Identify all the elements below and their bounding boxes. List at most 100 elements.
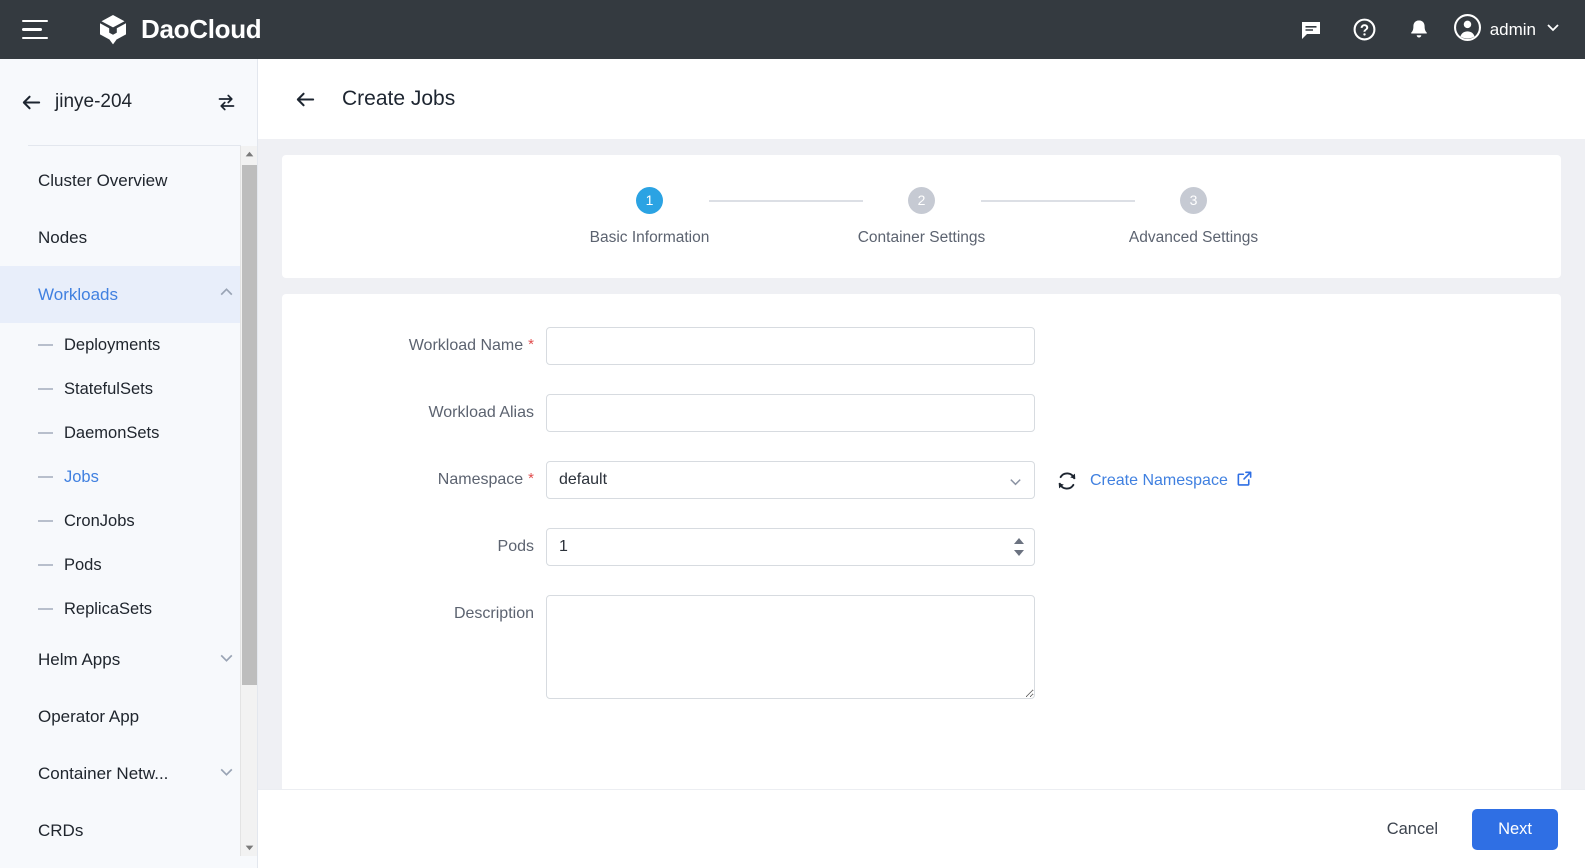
- sidebar-item-label: Deployments: [64, 335, 161, 354]
- step-advanced-settings[interactable]: 3 Advanced Settings: [1129, 186, 1258, 247]
- sidebar-item-label: Operator App: [38, 706, 140, 726]
- next-button[interactable]: Next: [1472, 808, 1558, 850]
- stepper-card: 1 Basic Information 2 Container Settings…: [282, 155, 1561, 278]
- step-number: 3: [1180, 186, 1207, 214]
- sidebar-item-label: Pods: [64, 555, 102, 574]
- step-connector-2: [980, 199, 1135, 202]
- step-number: 2: [908, 186, 935, 214]
- workload-name-input[interactable]: [546, 327, 1035, 365]
- page-title: Create Jobs: [342, 87, 456, 110]
- avatar: [1453, 13, 1481, 46]
- sidebar-header: jinye-204: [0, 59, 257, 145]
- field-row-description: Description: [282, 595, 1561, 704]
- sidebar-item-crds[interactable]: CRDs: [0, 802, 257, 856]
- help-icon[interactable]: [1338, 0, 1392, 59]
- workload-alias-label: Workload Alias: [428, 404, 534, 421]
- brand-logo-link[interactable]: DaoCloud: [96, 13, 262, 47]
- pods-stepper[interactable]: [1009, 532, 1029, 562]
- stepper-up-arrow-icon[interactable]: [1014, 538, 1024, 544]
- field-row-workload-alias: Workload Alias: [282, 394, 1561, 432]
- refresh-icon[interactable]: [1054, 468, 1080, 494]
- bullet-dash-icon: [38, 564, 53, 566]
- field-row-namespace: Namespace * default Create Namespace: [282, 461, 1561, 499]
- workload-alias-input[interactable]: [546, 394, 1035, 432]
- wizard-stepper: 1 Basic Information 2 Container Settings…: [589, 186, 1258, 247]
- sidebar-back-arrow-icon[interactable]: [14, 85, 48, 119]
- content-area: 1 Basic Information 2 Container Settings…: [258, 139, 1585, 868]
- pods-label: Pods: [497, 538, 534, 555]
- step-label: Advanced Settings: [1128, 228, 1259, 246]
- stepper-down-arrow-icon[interactable]: [1014, 550, 1024, 556]
- workload-name-label: Workload Name *: [408, 336, 534, 354]
- sidebar: jinye-204 Cluster Overview Nodes Workloa…: [0, 59, 258, 868]
- basic-information-form: Workload Name * Workload Alias Namespace…: [282, 294, 1561, 793]
- step-number: 1: [636, 186, 663, 214]
- sidebar-item-label: StatefulSets: [64, 379, 153, 398]
- cluster-name: jinye-204: [55, 91, 133, 112]
- step-container-settings[interactable]: 2 Container Settings: [858, 186, 985, 247]
- bullet-dash-icon: [38, 432, 53, 434]
- bullet-dash-icon: [38, 388, 53, 390]
- sidebar-item-pods[interactable]: Pods: [0, 543, 257, 587]
- daocloud-cube-icon: [96, 13, 130, 47]
- page-back-arrow-icon[interactable]: [289, 83, 321, 115]
- sidebar-item-daemonsets[interactable]: DaemonSets: [0, 411, 257, 455]
- chevron-down-icon: [1545, 19, 1561, 40]
- bullet-dash-icon: [38, 608, 53, 610]
- namespace-actions: Create Namespace: [1054, 461, 1253, 494]
- user-name: admin: [1489, 19, 1536, 39]
- switch-cluster-icon[interactable]: [211, 87, 241, 117]
- bullet-dash-icon: [38, 344, 53, 346]
- bullet-dash-icon: [38, 476, 53, 478]
- pods-input[interactable]: [546, 528, 1035, 566]
- step-label: Container Settings: [857, 228, 986, 246]
- bullet-dash-icon: [38, 520, 53, 522]
- page-header: Create Jobs: [258, 59, 1585, 139]
- scroll-up-arrow-icon[interactable]: [241, 146, 257, 163]
- sidebar-item-replicasets[interactable]: ReplicaSets: [0, 587, 257, 631]
- description-label: Description: [453, 605, 534, 622]
- required-asterisk: *: [528, 470, 534, 487]
- sidebar-item-statefulsets[interactable]: StatefulSets: [0, 367, 257, 411]
- create-namespace-link[interactable]: Create Namespace: [1090, 470, 1253, 492]
- hamburger-menu-icon[interactable]: [22, 15, 52, 45]
- sidebar-item-label: Jobs: [64, 467, 99, 486]
- sidebar-item-operator-app[interactable]: Operator App: [0, 688, 257, 745]
- scroll-down-arrow-icon[interactable]: [241, 839, 257, 856]
- sidebar-item-label: Helm Apps: [38, 649, 121, 669]
- chat-icon[interactable]: [1284, 0, 1338, 59]
- sidebar-item-cluster-overview[interactable]: Cluster Overview: [0, 152, 257, 209]
- main-content: Create Jobs 1 Basic Information 2 Contai…: [258, 59, 1585, 868]
- sidebar-item-label: CRDs: [38, 820, 84, 840]
- step-label: Basic Information: [589, 228, 710, 246]
- sidebar-group-helm-apps[interactable]: Helm Apps: [0, 631, 257, 688]
- sidebar-item-label: Workloads: [38, 284, 118, 304]
- sidebar-group-workloads[interactable]: Workloads: [0, 266, 257, 323]
- field-row-workload-name: Workload Name *: [282, 327, 1561, 365]
- required-asterisk: *: [528, 336, 534, 353]
- sidebar-item-nodes[interactable]: Nodes: [0, 209, 257, 266]
- sidebar-item-deployments[interactable]: Deployments: [0, 323, 257, 367]
- step-basic-information[interactable]: 1 Basic Information: [589, 186, 710, 247]
- sidebar-item-jobs[interactable]: Jobs: [0, 455, 257, 499]
- namespace-label: Namespace *: [437, 470, 534, 488]
- sidebar-group-container-network[interactable]: Container Netw...: [0, 745, 257, 802]
- top-navigation-bar: DaoCloud admin: [0, 0, 1585, 59]
- field-row-pods: Pods: [282, 528, 1561, 566]
- chevron-up-icon: [218, 284, 235, 306]
- chevron-down-icon: [218, 649, 235, 671]
- topbar-actions: admin: [1284, 0, 1585, 59]
- bell-icon[interactable]: [1392, 0, 1446, 59]
- brand-name: DaoCloud: [141, 14, 262, 44]
- cancel-button[interactable]: Cancel: [1377, 811, 1448, 848]
- sidebar-item-label: Container Netw...: [38, 763, 169, 783]
- sidebar-item-label: CronJobs: [64, 511, 135, 530]
- description-textarea[interactable]: [546, 595, 1035, 699]
- sidebar-scrollbar[interactable]: [240, 146, 257, 856]
- sidebar-scroll-area: Cluster Overview Nodes Workloads Deploym…: [0, 146, 257, 856]
- scrollbar-thumb[interactable]: [242, 165, 257, 685]
- sidebar-item-label: ReplicaSets: [64, 599, 153, 618]
- sidebar-item-cronjobs[interactable]: CronJobs: [0, 499, 257, 543]
- user-menu[interactable]: admin: [1446, 0, 1567, 59]
- namespace-select[interactable]: [546, 461, 1035, 499]
